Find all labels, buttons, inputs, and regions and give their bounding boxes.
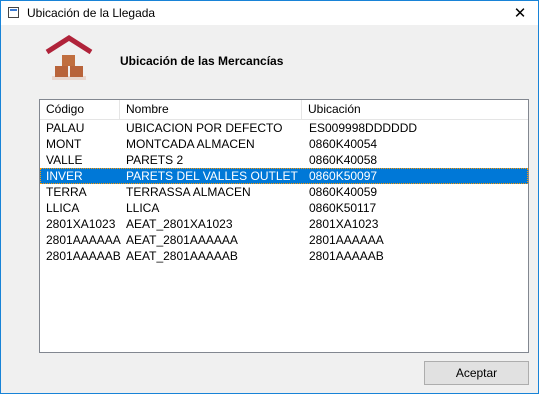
list-item[interactable]: VALLE PARETS 2 0860K40058	[40, 152, 528, 168]
list-item[interactable]: LLICA LLICA 0860K50117	[40, 200, 528, 216]
cell-nombre: AEAT_2801AAAAAA	[126, 233, 238, 247]
cell-codigo: INVER	[46, 169, 83, 183]
cell-ubicacion: 0860K40054	[309, 137, 378, 151]
cell-codigo: MONT	[46, 137, 82, 151]
warehouse-boxes-icon	[45, 35, 93, 80]
column-header-nombre[interactable]: Nombre	[120, 100, 302, 119]
list-item[interactable]: TERRA TERRASSA ALMACEN 0860K40059	[40, 184, 528, 200]
cell-nombre: MONTCADA ALMACEN	[126, 137, 255, 151]
column-header-codigo[interactable]: Código	[40, 100, 120, 119]
dialog-window: Ubicación de la Llegada ✕ Ubicación de l…	[0, 0, 539, 394]
cell-codigo: LLICA	[46, 201, 80, 215]
list-item[interactable]: 2801AAAAAA AEAT_2801AAAAAA 2801AAAAAA	[40, 232, 528, 248]
cell-nombre: PARETS 2	[126, 153, 184, 167]
list-item[interactable]: MONT MONTCADA ALMACEN 0860K40054	[40, 136, 528, 152]
listview-header: Código Nombre Ubicación	[40, 100, 528, 120]
cell-nombre: LLICA	[126, 201, 160, 215]
cell-nombre: AEAT_2801AAAAAB	[126, 249, 238, 263]
cell-ubicacion: 0860K50117	[309, 201, 377, 215]
cell-codigo: 2801XA1023	[46, 217, 116, 231]
title-bar[interactable]: Ubicación de la Llegada ✕	[1, 1, 538, 25]
app-window-icon	[8, 7, 19, 18]
accept-button[interactable]: Aceptar	[424, 361, 529, 385]
cell-nombre: AEAT_2801XA1023	[126, 217, 233, 231]
close-icon: ✕	[513, 5, 527, 22]
close-button[interactable]: ✕	[502, 1, 538, 25]
cell-codigo: 2801AAAAAB	[46, 249, 121, 263]
cell-ubicacion: 2801XA1023	[309, 217, 379, 231]
window-title: Ubicación de la Llegada	[27, 6, 156, 20]
header-title: Ubicación de las Mercancías	[120, 54, 284, 68]
cell-nombre: UBICACION POR DEFECTO	[126, 121, 283, 135]
list-item[interactable]: PALAU UBICACION POR DEFECTO ES009998DDDD…	[40, 120, 528, 136]
cell-ubicacion: 0860K50097	[309, 169, 378, 183]
cell-nombre: TERRASSA ALMACEN	[126, 185, 251, 199]
cell-ubicacion: 0860K40059	[309, 185, 378, 199]
list-item[interactable]: INVER PARETS DEL VALLES OUTLET 0860K5009…	[40, 168, 528, 184]
cell-nombre: PARETS DEL VALLES OUTLET	[126, 169, 298, 183]
list-item[interactable]: 2801AAAAAB AEAT_2801AAAAAB 2801AAAAAB	[40, 248, 528, 264]
cell-codigo: PALAU	[46, 121, 85, 135]
cell-ubicacion: 2801AAAAAB	[309, 249, 384, 263]
column-header-ubicacion[interactable]: Ubicación	[302, 100, 528, 119]
cell-codigo: VALLE	[46, 153, 83, 167]
cell-ubicacion: 0860K40058	[309, 153, 378, 167]
cell-codigo: TERRA	[46, 185, 87, 199]
list-item[interactable]: 2801XA1023 AEAT_2801XA1023 2801XA1023	[40, 216, 528, 232]
cell-ubicacion: 2801AAAAAA	[309, 233, 384, 247]
listview-rows: PALAU UBICACION POR DEFECTO ES009998DDDD…	[40, 120, 528, 264]
cell-ubicacion: ES009998DDDDDD	[309, 121, 418, 135]
cell-codigo: 2801AAAAAA	[46, 233, 121, 247]
locations-listview[interactable]: Código Nombre Ubicación PALAU UBICACION …	[39, 99, 529, 353]
